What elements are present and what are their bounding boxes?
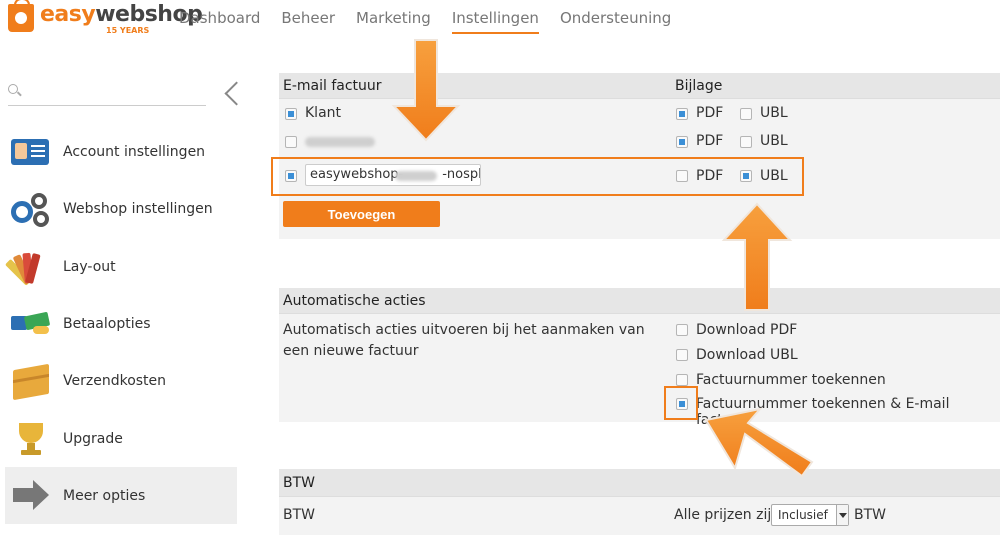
sidebar-item-verzendkosten[interactable]: Verzendkosten [5,352,237,409]
color-fan-icon [4,247,53,287]
attachment-heading: Bijlage [675,77,723,94]
pdf-label: PDF [696,168,724,184]
add-email-button[interactable]: Toevoegen [283,201,440,227]
shopping-bag-icon [8,0,34,32]
auto-option-assign-and-email: Factuurnummer toekennen & E-mail factuur [279,391,1000,428]
sidebar-item-label: Meer opties [63,487,146,504]
logo-word-easy: easy [40,2,96,27]
arrow-right-icon [9,476,53,516]
pdf-checkbox[interactable] [676,136,688,148]
sidebar-item-label: Verzendkosten [63,372,167,389]
download-pdf-label: Download PDF [696,322,798,338]
email-invoice-section: E-mail factuur Bijlage Klant PDF UBL PDF… [279,73,1000,239]
ubl-label: UBL [760,168,788,184]
vat-heading: BTW [283,474,315,491]
gears-icon [9,189,53,229]
vat-prefix: Alle prijzen zijn [674,507,781,523]
recipient-checkbox-new[interactable] [285,170,297,182]
auto-option-download-pdf: Download PDF [279,317,1000,343]
download-ubl-label: Download UBL [696,347,798,363]
ubl-label: UBL [760,105,788,121]
vat-suffix: BTW [854,507,886,523]
pdf-checkbox[interactable] [676,108,688,120]
search-icon [8,84,18,94]
sidebar-item-layout[interactable]: Lay-out [4,238,237,295]
vat-mode-select[interactable]: Inclusief [771,504,849,526]
logo[interactable]: easywebshop 15 YEARS [8,0,203,36]
email-row-blurred: PDF UBL [279,129,1000,155]
sidebar-item-webshop[interactable]: Webshop instellingen [5,180,237,237]
trophy-icon [9,419,53,459]
auto-option-assign-number: Factuurnummer toekennen [279,367,1000,393]
email-invoice-heading: E-mail factuur [283,77,382,94]
email-row-new: easywebshop- -nospli PDF UBL [279,163,1000,189]
ubl-checkbox[interactable] [740,170,752,182]
pdf-label: PDF [696,133,724,149]
vat-row: BTW Alle prijzen zijn Inclusief BTW [279,502,1000,528]
assign-number-checkbox[interactable] [676,374,688,386]
sidebar-item-label: Account instellingen [63,143,206,160]
nav-ondersteuning[interactable]: Ondersteuning [560,9,671,34]
sidebar-search [8,80,206,106]
download-ubl-checkbox[interactable] [676,349,688,361]
ubl-checkbox[interactable] [740,136,752,148]
sidebar-item-label: Betaalopties [63,315,151,332]
pdf-label: PDF [696,105,724,121]
sidebar-item-label: Lay-out [63,258,116,275]
sidebar-item-betaalopties[interactable]: Betaalopties [5,295,237,352]
auto-actions-header: Automatische acties [279,288,1000,314]
account-card-icon [9,132,53,172]
payment-icon [9,304,53,344]
email-invoice-header: E-mail factuur Bijlage [279,73,1000,99]
email-address-input[interactable]: easywebshop- -nospli [305,164,481,186]
sidebar-item-label: Upgrade [63,430,123,447]
recipient-checkbox[interactable] [285,136,297,148]
nav-dashboard[interactable]: Dashboard [179,9,260,34]
logo-tagline: 15 YEARS [106,26,150,35]
blurred-email-part [395,171,437,181]
blurred-email [305,137,375,147]
assign-and-email-checkbox[interactable] [676,398,688,410]
sidebar-item-account[interactable]: Account instellingen [5,123,237,180]
auto-actions-heading: Automatische acties [283,292,426,309]
download-pdf-checkbox[interactable] [676,324,688,336]
assign-and-email-label: Factuurnummer toekennen & E-mail factuur [696,396,950,428]
vat-section: BTW BTW Alle prijzen zijn Inclusief BTW [279,469,1000,535]
main-nav: Dashboard Beheer Marketing Instellingen … [179,9,692,34]
email-row-klant: Klant PDF UBL [279,101,1000,127]
sidebar-item-upgrade[interactable]: Upgrade [5,410,237,467]
box-icon [9,361,53,401]
ubl-checkbox[interactable] [740,108,752,120]
recipient-checkbox-klant[interactable] [285,108,297,120]
sidebar-item-label: Webshop instellingen [63,200,213,217]
vat-row-label: BTW [283,507,315,523]
vat-mode-value: Inclusief [778,508,828,522]
assign-number-label: Factuurnummer toekennen [696,372,886,388]
search-input[interactable] [26,80,204,104]
nav-beheer[interactable]: Beheer [281,9,335,34]
nav-instellingen[interactable]: Instellingen [451,9,539,34]
pdf-checkbox[interactable] [676,170,688,182]
collapse-sidebar-chevron-icon[interactable] [222,78,242,108]
chevron-down-icon [836,505,848,525]
vat-header: BTW [279,469,1000,497]
recipient-label-klant: Klant [305,105,342,121]
ubl-label: UBL [760,133,788,149]
auto-actions-section: Automatische acties Automatisch acties u… [279,288,1000,428]
sidebar-item-meer-opties[interactable]: Meer opties [5,467,237,524]
nav-marketing[interactable]: Marketing [356,9,431,34]
auto-option-download-ubl: Download UBL [279,342,1000,368]
